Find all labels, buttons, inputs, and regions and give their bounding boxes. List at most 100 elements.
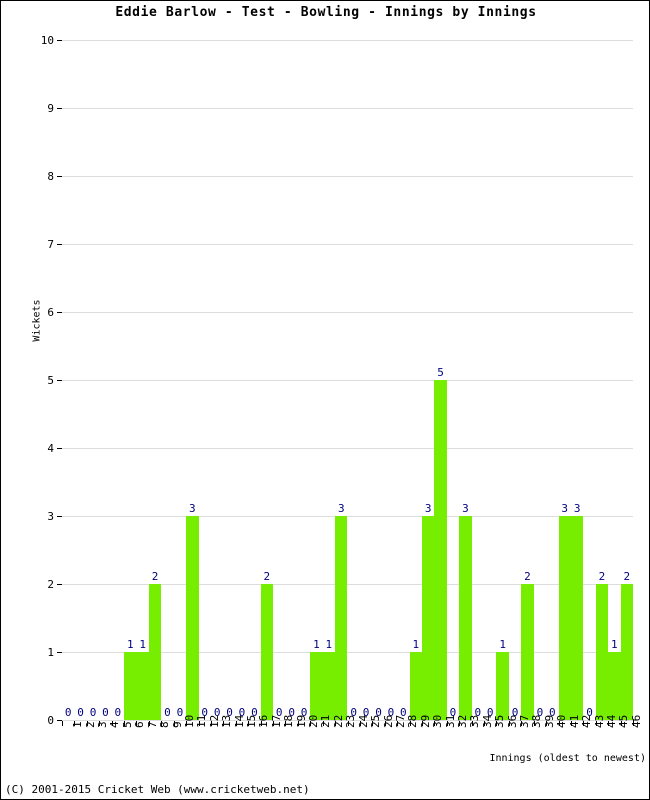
y-tick-mark [57, 244, 62, 245]
bar [310, 652, 323, 720]
bar-value-label: 3 [337, 502, 345, 515]
y-tick-label: 1 [47, 646, 54, 659]
x-tick-mark [186, 721, 188, 726]
y-tick-mark [57, 584, 62, 585]
bar [459, 516, 472, 720]
x-tick-mark [384, 721, 386, 726]
x-tick-mark [595, 721, 597, 726]
bar [434, 380, 447, 720]
x-tick-mark [99, 721, 101, 726]
y-tick-label: 4 [47, 442, 54, 455]
x-tick-mark [223, 721, 225, 726]
gridline [62, 176, 633, 177]
x-tick-mark [608, 721, 610, 726]
x-tick-mark [248, 721, 250, 726]
x-tick-mark [508, 721, 510, 726]
bar [558, 516, 571, 720]
plot-area: 0000011200300000200011300000135030010200… [62, 40, 633, 721]
x-tick-mark [409, 721, 411, 726]
x-tick-mark [111, 721, 113, 726]
x-tick-mark [335, 721, 337, 726]
bar-value-label: 3 [573, 502, 581, 515]
x-tick-mark [86, 721, 88, 726]
y-tick-label: 10 [40, 34, 54, 47]
x-tick-mark [124, 721, 126, 726]
x-tick-mark [359, 721, 361, 726]
y-tick-mark [57, 516, 62, 517]
bar [608, 652, 621, 720]
x-tick-mark [570, 721, 572, 726]
bar-value-label: 1 [499, 638, 506, 651]
bar-value-label: 2 [151, 570, 159, 583]
chart-container: Eddie Barlow - Test - Bowling - Innings … [0, 0, 650, 800]
bar [335, 516, 348, 720]
gridline [62, 244, 633, 245]
x-tick-mark [148, 721, 150, 726]
x-tick-mark [297, 721, 299, 726]
x-tick-mark [74, 721, 76, 726]
bar [186, 516, 199, 720]
gridline [62, 40, 633, 41]
x-tick-mark [285, 721, 287, 726]
x-tick-mark [421, 721, 423, 726]
x-tick-mark [161, 721, 163, 726]
y-tick-mark [57, 380, 62, 381]
bar-value-label: 2 [623, 570, 631, 583]
x-tick-mark [459, 721, 461, 726]
x-tick-mark [620, 721, 622, 726]
x-tick-mark [198, 721, 200, 726]
x-tick-mark [62, 721, 63, 726]
bar [322, 652, 336, 720]
y-tick-label: 9 [47, 102, 54, 115]
x-tick-mark [397, 721, 399, 726]
bar-value-label: 3 [462, 502, 469, 515]
x-tick-mark [496, 721, 498, 726]
x-tick-mark [521, 721, 523, 726]
x-tick-mark [210, 721, 212, 726]
bar [124, 652, 137, 720]
bar [421, 516, 435, 720]
x-tick-mark [446, 721, 448, 726]
bar-value-label: 2 [524, 570, 531, 583]
y-tick-mark [57, 40, 62, 41]
x-tick-mark [310, 721, 312, 726]
x-tick-mark [558, 721, 560, 726]
y-axis-title: Wickets [31, 299, 43, 342]
x-tick-mark [322, 721, 324, 726]
bar-value-label: 5 [437, 366, 444, 379]
y-tick-label: 0 [47, 714, 54, 727]
y-tick-label: 7 [47, 238, 54, 251]
x-tick-mark [471, 721, 473, 726]
bar [620, 584, 633, 720]
bar [521, 584, 534, 720]
x-tick-mark [173, 721, 175, 726]
x-tick-mark [533, 721, 535, 726]
y-tick-mark [57, 448, 62, 449]
y-tick-label: 2 [47, 578, 54, 591]
bar [136, 652, 149, 720]
x-tick-mark [583, 721, 585, 726]
y-tick-label: 3 [47, 510, 54, 523]
x-tick-mark [273, 721, 275, 726]
gridline [62, 380, 633, 381]
gridline [62, 516, 633, 517]
bar [595, 584, 609, 720]
y-tick-mark [57, 108, 62, 109]
y-tick-mark [57, 176, 62, 177]
y-tick-mark [57, 312, 62, 313]
gridline [62, 312, 633, 313]
x-axis-title: Innings (oldest to newest) [489, 753, 646, 764]
bar-value-label: 2 [263, 570, 271, 583]
bar [260, 584, 273, 720]
bar [409, 652, 422, 720]
footer-copyright: (C) 2001-2015 Cricket Web (www.cricketwe… [5, 783, 310, 796]
x-tick-mark [484, 721, 486, 726]
gridline [62, 108, 633, 109]
bar-value-label: 2 [598, 570, 606, 583]
x-tick-mark [260, 721, 262, 726]
y-tick-mark [57, 652, 62, 653]
x-tick-mark [434, 721, 436, 726]
bar-value-label: 3 [189, 502, 196, 515]
bar [148, 584, 162, 720]
bar [570, 516, 584, 720]
